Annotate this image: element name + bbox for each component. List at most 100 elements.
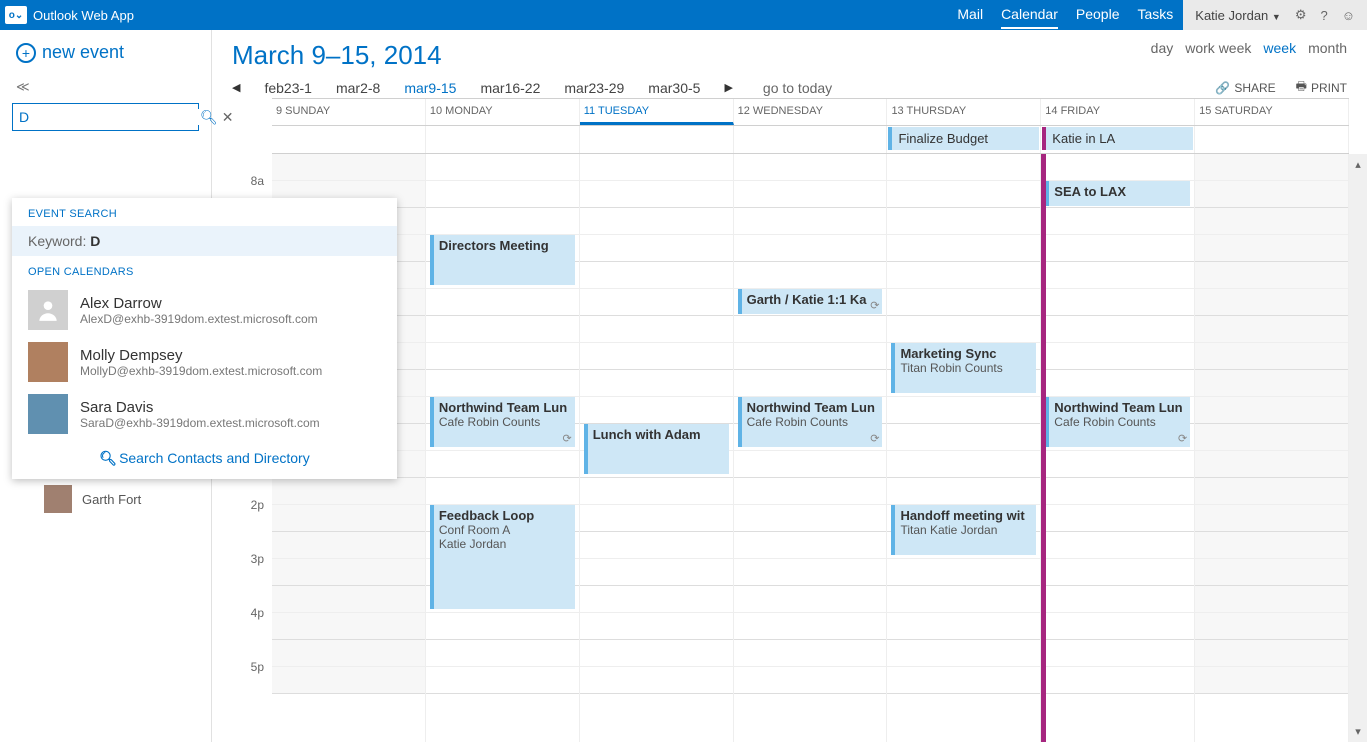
day-header[interactable]: 14 FRIDAY [1041,99,1195,125]
other-calendar-item[interactable]: Garth Fort [0,479,211,519]
week-nav: ◀ feb23-1 mar2-8 mar9-15 mar16-22 mar23-… [232,77,1347,98]
nav-tasks[interactable]: Tasks [1137,1,1173,29]
view-week[interactable]: week [1263,40,1296,56]
prev-week-icon[interactable]: ◀ [232,81,240,94]
calendar-event[interactable]: Garth / Katie 1:1 Ka⟳ [738,289,883,314]
app-title: Outlook Web App [33,8,134,23]
view-switcher: day work week week month [1151,40,1347,56]
person-suggestion[interactable]: Molly DempseyMollyD@exhb-3919dom.extest.… [12,336,397,388]
day-column[interactable]: Directors Meeting Northwind Team LunCafe… [426,154,580,742]
week-link[interactable]: mar23-29 [564,80,624,96]
allday-cell[interactable] [1195,126,1349,153]
person-email: AlexD@exhb-3919dom.extest.microsoft.com [80,312,318,326]
allday-cell[interactable]: Finalize Budget [887,126,1041,153]
day-column[interactable]: Lunch with Adam [580,154,734,742]
new-event-label: new event [42,42,124,63]
recurring-icon: ⟳ [870,299,879,312]
day-header[interactable]: 13 THURSDAY [887,99,1041,125]
view-month[interactable]: month [1308,40,1347,56]
collapse-sidebar-button[interactable]: ≪ [0,75,211,103]
person-email: MollyD@exhb-3919dom.extest.microsoft.com [80,364,322,378]
next-week-icon[interactable]: ▶ [724,81,732,94]
recurring-icon: ⟳ [1178,432,1187,445]
allday-cell[interactable]: Katie in LA [1041,126,1195,153]
allday-cell[interactable] [580,126,734,153]
week-link[interactable]: mar30-5 [648,80,700,96]
calendar-event[interactable]: Feedback LoopConf Room AKatie Jordan [430,505,575,609]
calendar-event[interactable]: Directors Meeting [430,235,575,285]
clear-search-icon[interactable]: ✕ [222,109,234,126]
view-workweek[interactable]: work week [1185,40,1251,56]
calendar-title: March 9–15, 2014 [232,40,442,71]
keyword-suggestion[interactable]: Keyword: D [12,226,397,256]
day-column[interactable]: Marketing SyncTitan Robin Counts Handoff… [887,154,1041,742]
search-input[interactable] [19,109,200,125]
scroll-up-icon[interactable]: ▴ [1355,158,1361,171]
person-email: SaraD@exhb-3919dom.extest.microsoft.com [80,416,320,430]
recurring-icon: ⟳ [563,432,572,445]
view-day[interactable]: day [1151,40,1174,56]
nav-people[interactable]: People [1076,1,1120,29]
app-brand: o⌄ Outlook Web App [0,6,134,24]
calendar-event[interactable]: Marketing SyncTitan Robin Counts [891,343,1036,393]
person-name: Sara Davis [80,399,320,416]
week-link[interactable]: mar16-22 [480,80,540,96]
calendar-event[interactable]: SEA to LAX [1045,181,1190,206]
event-search-header: EVENT SEARCH [12,198,397,226]
week-link[interactable]: mar2-8 [336,80,380,96]
calendar-grid: Directors Meeting Northwind Team LunCafe… [272,154,1349,742]
allday-cell[interactable] [426,126,580,153]
search-icon: 🔍︎ [99,450,117,466]
allday-row: Finalize Budget Katie in LA [272,126,1349,154]
person-name: Molly Dempsey [80,347,322,364]
scroll-down-icon[interactable]: ▾ [1355,725,1361,738]
calendar-event[interactable]: Northwind Team LunCafe Robin Counts⟳ [1045,397,1190,447]
allday-cell[interactable] [272,126,426,153]
allday-event[interactable]: Katie in LA [1042,127,1193,150]
day-header[interactable]: 9 SUNDAY [272,99,426,125]
smiley-icon[interactable]: ☺ [1342,8,1355,23]
nav-calendar[interactable]: Calendar [1001,1,1058,29]
user-menu[interactable]: Katie Jordan ▼ [1195,8,1281,23]
day-header[interactable]: 10 MONDAY [426,99,580,125]
calendar-event[interactable]: Northwind Team LunCafe Robin Counts⟳ [738,397,883,447]
day-column[interactable]: SEA to LAX Northwind Team LunCafe Robin … [1041,154,1195,742]
day-header[interactable]: 15 SATURDAY [1195,99,1349,125]
allday-event[interactable]: Finalize Budget [888,127,1039,150]
search-suggestions-popup: EVENT SEARCH Keyword: D OPEN CALENDARS A… [12,198,397,479]
scrollbar[interactable]: ▴ ▾ [1349,154,1367,742]
help-icon[interactable]: ? [1320,8,1327,23]
day-column[interactable]: Garth / Katie 1:1 Ka⟳ Northwind Team Lun… [734,154,888,742]
recurring-icon: ⟳ [870,432,879,445]
search-icon[interactable]: 🔍︎ [200,109,218,126]
day-header[interactable]: 12 WEDNESDAY [734,99,888,125]
topbar: o⌄ Outlook Web App Mail Calendar People … [0,0,1367,30]
person-suggestion[interactable]: Alex DarrowAlexD@exhb-3919dom.extest.mic… [12,284,397,336]
calendar-event[interactable]: Lunch with Adam [584,424,729,474]
allday-cell[interactable] [734,126,888,153]
calendar-event[interactable]: Handoff meeting witTitan Katie Jordan [891,505,1036,555]
user-area: Katie Jordan ▼ ⚙ ? ☺ [1183,0,1367,30]
nav-mail[interactable]: Mail [957,1,983,29]
share-button[interactable]: 🔗 SHARE [1215,77,1275,98]
top-nav: Mail Calendar People Tasks [957,1,1183,29]
avatar-icon [44,485,72,513]
search-directory-link[interactable]: 🔍︎Search Contacts and Directory [12,440,397,479]
avatar-icon [28,342,68,382]
plus-circle-icon: + [16,43,36,63]
open-calendars-header: OPEN CALENDARS [12,256,397,284]
new-event-button[interactable]: + new event [0,30,211,75]
goto-today-link[interactable]: go to today [763,80,832,96]
week-link[interactable]: feb23-1 [264,80,311,96]
gear-icon[interactable]: ⚙ [1295,7,1307,23]
day-column[interactable] [1195,154,1349,742]
caret-down-icon: ▼ [1272,12,1281,22]
print-button[interactable]: 🖶 PRINT [1296,77,1347,98]
calendar-event[interactable]: Northwind Team LunCafe Robin Counts⟳ [430,397,575,447]
day-header[interactable]: 11 TUESDAY [580,99,734,125]
person-suggestion[interactable]: Sara DavisSaraD@exhb-3919dom.extest.micr… [12,388,397,440]
week-link[interactable]: mar9-15 [404,80,456,96]
search-box: 🔍︎ ✕ [12,103,199,131]
avatar-icon [28,394,68,434]
outlook-logo-icon: o⌄ [5,6,27,24]
